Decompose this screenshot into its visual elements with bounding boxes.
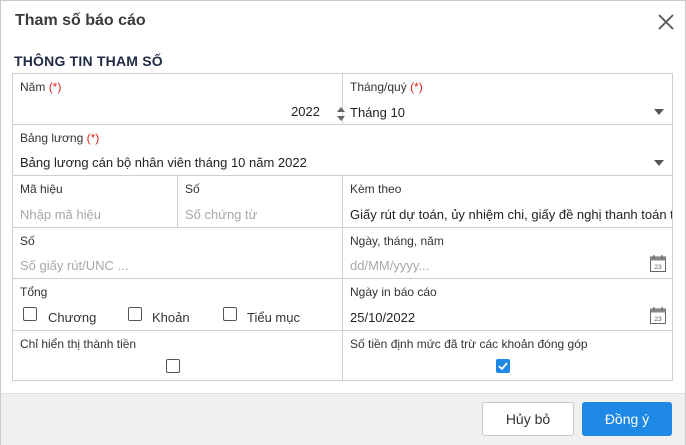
date-cell: Ngày, tháng, năm dd/MM/yyyy... 23 — [343, 228, 672, 279]
month-quarter-label: Tháng/quý (*) — [350, 80, 423, 94]
subitem-label: Tiểu mục — [247, 310, 300, 325]
date-input[interactable]: dd/MM/yyyy... — [350, 258, 429, 273]
voucher-number-cell: Số Số chứng từ — [178, 176, 343, 228]
quota-deducted-label: Số tiền định mức đã trừ các khoản đóng g… — [350, 337, 588, 351]
close-icon[interactable] — [654, 10, 678, 34]
quota-deducted-checkbox[interactable] — [496, 359, 510, 373]
checkmark-icon — [497, 361, 508, 370]
subitem-checkbox[interactable] — [223, 307, 237, 321]
quota-deducted-cell: Số tiền định mức đã trừ các khoản đóng g… — [343, 331, 672, 380]
show-amount-only-label: Chỉ hiển thị thành tiền — [20, 337, 137, 351]
attachment-input[interactable]: Giấy rút dự toán, ủy nhiệm chi, giấy đề … — [350, 207, 672, 222]
code-label: Mã hiệu — [20, 182, 63, 196]
payroll-select[interactable]: Bảng lương cán bộ nhân viên tháng 10 năm… — [20, 155, 307, 170]
cancel-button[interactable]: Hủy bỏ — [482, 402, 574, 436]
date-label: Ngày, tháng, năm — [350, 234, 444, 248]
year-label: Năm (*) — [20, 80, 62, 94]
voucher-number-label: Số — [185, 182, 200, 196]
total-cell: Tổng Chương Khoản Tiểu mục — [13, 279, 343, 331]
calendar-icon[interactable]: 23 — [650, 255, 666, 272]
withdrawal-number-input[interactable]: Số giấy rút/UNC ... — [20, 258, 128, 273]
calendar-icon[interactable]: 23 — [650, 307, 666, 324]
withdrawal-number-label: Số — [20, 234, 35, 248]
section-checkbox[interactable] — [128, 307, 142, 321]
year-input[interactable]: 2022 — [291, 104, 320, 119]
section-label: Khoản — [152, 310, 190, 325]
dialog-title: Tham số báo cáo — [15, 12, 146, 29]
withdrawal-number-cell: Số Số giấy rút/UNC ... — [13, 228, 343, 279]
parameters-grid: Năm (*) 2022 Tháng/quý (*) Tháng 10 Bảng… — [12, 73, 673, 381]
code-input[interactable]: Nhập mã hiệu — [20, 207, 101, 222]
voucher-number-input[interactable]: Số chứng từ — [185, 207, 257, 222]
dialog-footer: Hủy bỏ Đồng ý — [1, 393, 685, 445]
code-cell: Mã hiệu Nhập mã hiệu — [13, 176, 178, 228]
print-date-cell: Ngày in báo cáo 25/10/2022 23 — [343, 279, 672, 331]
ok-button[interactable]: Đồng ý — [582, 402, 672, 436]
attachment-label: Kèm theo — [350, 182, 402, 196]
section-title: THÔNG TIN THAM SỐ — [14, 53, 163, 69]
report-parameters-dialog: Tham số báo cáo THÔNG TIN THAM SỐ Năm (*… — [0, 0, 686, 445]
print-date-label: Ngày in báo cáo — [350, 285, 437, 299]
total-label: Tổng — [20, 285, 48, 299]
chapter-checkbox[interactable] — [23, 307, 37, 321]
chevron-down-icon[interactable] — [654, 160, 664, 166]
year-cell: Năm (*) 2022 — [13, 74, 345, 125]
print-date-input[interactable]: 25/10/2022 — [350, 310, 415, 325]
payroll-label: Bảng lương (*) — [20, 131, 100, 145]
show-amount-only-checkbox[interactable] — [166, 359, 180, 373]
show-amount-only-cell: Chỉ hiển thị thành tiền — [13, 331, 343, 380]
calendar-icon-day: 23 — [654, 264, 662, 271]
payroll-cell: Bảng lương (*) Bảng lương cán bộ nhân vi… — [13, 125, 672, 176]
month-quarter-cell: Tháng/quý (*) Tháng 10 — [343, 74, 672, 125]
calendar-icon-day: 23 — [654, 316, 662, 323]
chapter-label: Chương — [48, 310, 97, 325]
chevron-down-icon[interactable] — [654, 109, 664, 115]
attachment-cell: Kèm theo Giấy rút dự toán, ủy nhiệm chi,… — [343, 176, 672, 228]
month-quarter-select[interactable]: Tháng 10 — [350, 105, 405, 120]
